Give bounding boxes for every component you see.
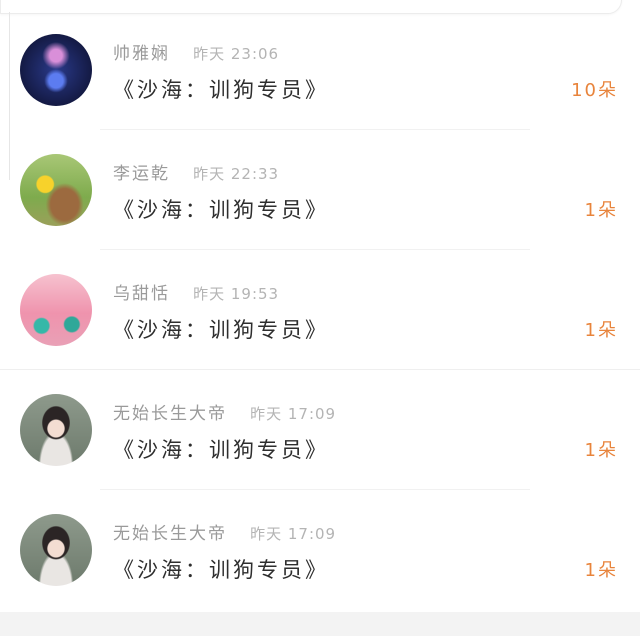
- work-title: 《沙海：训狗专员》: [113, 198, 329, 222]
- timestamp: 昨天 23:06: [193, 45, 280, 63]
- name-line: 李运乾 昨天 22:33: [113, 163, 279, 185]
- flower-count: 1朵: [584, 560, 618, 581]
- list-footer-band: [0, 612, 640, 636]
- avatar[interactable]: [20, 34, 92, 106]
- list-item[interactable]: 李运乾 昨天 22:33 《沙海：训狗专员》 1朵: [0, 130, 640, 250]
- username[interactable]: 无始长生大帝: [113, 404, 227, 424]
- flower-count: 1朵: [584, 440, 618, 461]
- work-title: 《沙海：训狗专员》: [113, 438, 329, 462]
- flower-count: 1朵: [584, 200, 618, 221]
- avatar[interactable]: [20, 274, 92, 346]
- username[interactable]: 无始长生大帝: [113, 524, 227, 544]
- timestamp: 昨天 17:09: [250, 405, 337, 423]
- list-item[interactable]: 无始长生大帝 昨天 17:09 《沙海：训狗专员》 1朵: [0, 370, 640, 490]
- username[interactable]: 李运乾: [113, 164, 170, 184]
- gift-record-list: 帅雅娴 昨天 23:06 《沙海：训狗专员》 10朵 李运乾 昨天 22:33 …: [0, 10, 640, 610]
- timestamp: 昨天 17:09: [250, 525, 337, 543]
- avatar[interactable]: [20, 514, 92, 586]
- list-item[interactable]: 帅雅娴 昨天 23:06 《沙海：训狗专员》 10朵: [0, 10, 640, 130]
- work-title: 《沙海：训狗专员》: [113, 558, 329, 582]
- flower-count: 10朵: [571, 80, 618, 101]
- flower-count: 1朵: [584, 320, 618, 341]
- list-item[interactable]: 无始长生大帝 昨天 17:09 《沙海：训狗专员》 1朵: [0, 490, 640, 610]
- list-item[interactable]: 乌甜恬 昨天 19:53 《沙海：训狗专员》 1朵: [0, 250, 640, 370]
- name-line: 无始长生大帝 昨天 17:09: [113, 523, 336, 545]
- username[interactable]: 乌甜恬: [113, 284, 170, 304]
- avatar[interactable]: [20, 154, 92, 226]
- work-title: 《沙海：训狗专员》: [113, 78, 329, 102]
- name-line: 无始长生大帝 昨天 17:09: [113, 403, 336, 425]
- work-title: 《沙海：训狗专员》: [113, 318, 329, 342]
- name-line: 帅雅娴 昨天 23:06: [113, 43, 279, 65]
- name-line: 乌甜恬 昨天 19:53: [113, 283, 279, 305]
- username[interactable]: 帅雅娴: [113, 44, 170, 64]
- timestamp: 昨天 19:53: [193, 285, 280, 303]
- timestamp: 昨天 22:33: [193, 165, 280, 183]
- avatar[interactable]: [20, 394, 92, 466]
